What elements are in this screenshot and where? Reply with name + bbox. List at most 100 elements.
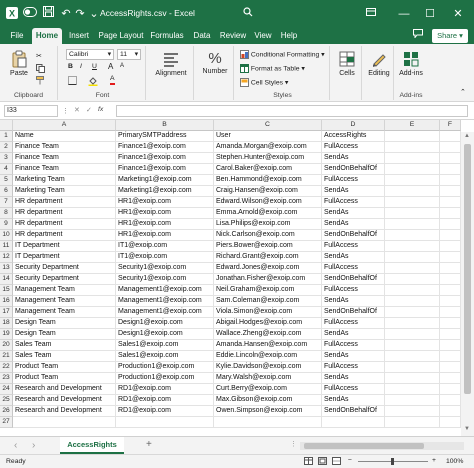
format-painter-icon[interactable] [36,76,45,87]
row-header[interactable]: 8 [0,208,13,219]
zoom-out-button[interactable]: − [348,457,352,464]
cell-b4[interactable]: Finance1@exoip.com [116,164,214,175]
zoom-slider-thumb[interactable] [391,458,394,465]
formula-input[interactable] [116,105,468,117]
addins-button[interactable]: Add-ins [397,50,425,77]
cell-c25[interactable]: Max.Gibson@exoip.com [214,395,322,406]
cell-c10[interactable]: Nick.Carlson@exoip.com [214,230,322,241]
row-header[interactable]: 6 [0,186,13,197]
page-layout-view-icon[interactable] [318,457,327,467]
cell-c22[interactable]: Kylie.Davidson@exoip.com [214,362,322,373]
cell-e20[interactable] [385,340,440,351]
cell-b21[interactable]: Sales1@exoip.com [116,351,214,362]
cell-a27[interactable] [13,417,116,428]
cell-e21[interactable] [385,351,440,362]
row-header[interactable]: 1 [0,131,13,142]
cell-e13[interactable] [385,263,440,274]
cell-a21[interactable]: Sales Team [13,351,116,362]
cell-f16[interactable] [440,296,461,307]
add-sheet-button[interactable]: + [146,439,152,450]
normal-view-icon[interactable] [304,457,313,467]
cell-a16[interactable]: Management Team [13,296,116,307]
name-box-dropdown-icon[interactable]: ⋮ [62,107,69,115]
row-header[interactable]: 23 [0,373,13,384]
cell-e27[interactable] [385,417,440,428]
zoom-level[interactable]: 100% [446,458,463,465]
cell-e24[interactable] [385,384,440,395]
row-header[interactable]: 10 [0,230,13,241]
cell-c2[interactable]: Amanda.Morgan@exoip.com [214,142,322,153]
close-button[interactable]: ✕ [448,5,468,23]
format-as-table-button[interactable]: Format as Table ▾ [240,64,305,73]
cell-a6[interactable]: Marketing Team [13,186,116,197]
cell-c17[interactable]: Viola.Simon@exoip.com [214,307,322,318]
cell-b23[interactable]: Production1@exoip.com [116,373,214,384]
cell-d16[interactable]: SendAs [322,296,385,307]
comments-icon[interactable] [410,28,426,44]
confirm-edit-icon[interactable]: ✓ [86,106,92,114]
cell-b5[interactable]: Marketing1@exoip.com [116,175,214,186]
cell-e17[interactable] [385,307,440,318]
font-color-button[interactable]: A [110,74,115,85]
row-header[interactable]: 18 [0,318,13,329]
cell-f7[interactable] [440,197,461,208]
cell-a3[interactable]: Finance Team [13,153,116,164]
cell-d23[interactable]: SendAs [322,373,385,384]
cell-f19[interactable] [440,329,461,340]
row-header[interactable]: 16 [0,296,13,307]
cell-a7[interactable]: HR department [13,197,116,208]
cell-d3[interactable]: SendAs [322,153,385,164]
row-header[interactable]: 24 [0,384,13,395]
row-header[interactable]: 27 [0,417,13,428]
share-button[interactable]: Share ▾ [432,29,468,43]
cell-c24[interactable]: Curt.Berry@exoip.com [214,384,322,395]
row-header[interactable]: 13 [0,263,13,274]
cell-b1[interactable]: PrimarySMTPaddress [116,131,214,142]
alignment-button[interactable]: Alignment [152,50,190,77]
row-header[interactable]: 26 [0,406,13,417]
cell-a11[interactable]: IT Department [13,241,116,252]
cell-d13[interactable]: FullAccess [322,263,385,274]
cell-a15[interactable]: Management Team [13,285,116,296]
cell-b24[interactable]: RD1@exoip.com [116,384,214,395]
cell-f27[interactable] [440,417,461,428]
cell-c18[interactable]: Abigail.Hodges@exoip.com [214,318,322,329]
cell-b16[interactable]: Management1@exoip.com [116,296,214,307]
column-header-b[interactable]: B [116,120,214,131]
cell-f6[interactable] [440,186,461,197]
cell-b11[interactable]: IT1@exoip.com [116,241,214,252]
cell-e4[interactable] [385,164,440,175]
cell-b18[interactable]: Design1@exoip.com [116,318,214,329]
cell-d19[interactable]: SendAs [322,329,385,340]
cell-e15[interactable] [385,285,440,296]
cell-b9[interactable]: HR1@exoip.com [116,219,214,230]
tab-help[interactable]: Help [278,28,300,44]
cell-e7[interactable] [385,197,440,208]
cell-f3[interactable] [440,153,461,164]
cell-c8[interactable]: Emma.Arnold@exoip.com [214,208,322,219]
cell-d18[interactable]: FullAccess [322,318,385,329]
cell-a23[interactable]: Product Team [13,373,116,384]
page-break-view-icon[interactable] [332,457,341,467]
cell-c14[interactable]: Jonathan.Fisher@exoip.com [214,274,322,285]
scroll-down-arrow-icon[interactable]: ▼ [464,426,470,432]
column-header-e[interactable]: E [385,120,440,131]
row-header[interactable]: 19 [0,329,13,340]
cell-e5[interactable] [385,175,440,186]
cell-e22[interactable] [385,362,440,373]
cell-f13[interactable] [440,263,461,274]
cell-a2[interactable]: Finance Team [13,142,116,153]
insert-function-button[interactable]: fx [98,106,103,113]
cell-e26[interactable] [385,406,440,417]
previous-sheet-icon[interactable]: ‹ [14,440,17,451]
select-all-corner[interactable] [0,120,13,131]
cell-d2[interactable]: FullAccess [322,142,385,153]
zoom-in-button[interactable]: + [432,457,436,464]
cell-c3[interactable]: Stephen.Hunter@exoip.com [214,153,322,164]
cell-e16[interactable] [385,296,440,307]
row-header[interactable]: 5 [0,175,13,186]
number-format-button[interactable]: % Number [199,49,231,75]
increase-font-button[interactable]: A [108,62,113,71]
row-header[interactable]: 20 [0,340,13,351]
maximize-button[interactable]: ☐ [420,5,440,23]
